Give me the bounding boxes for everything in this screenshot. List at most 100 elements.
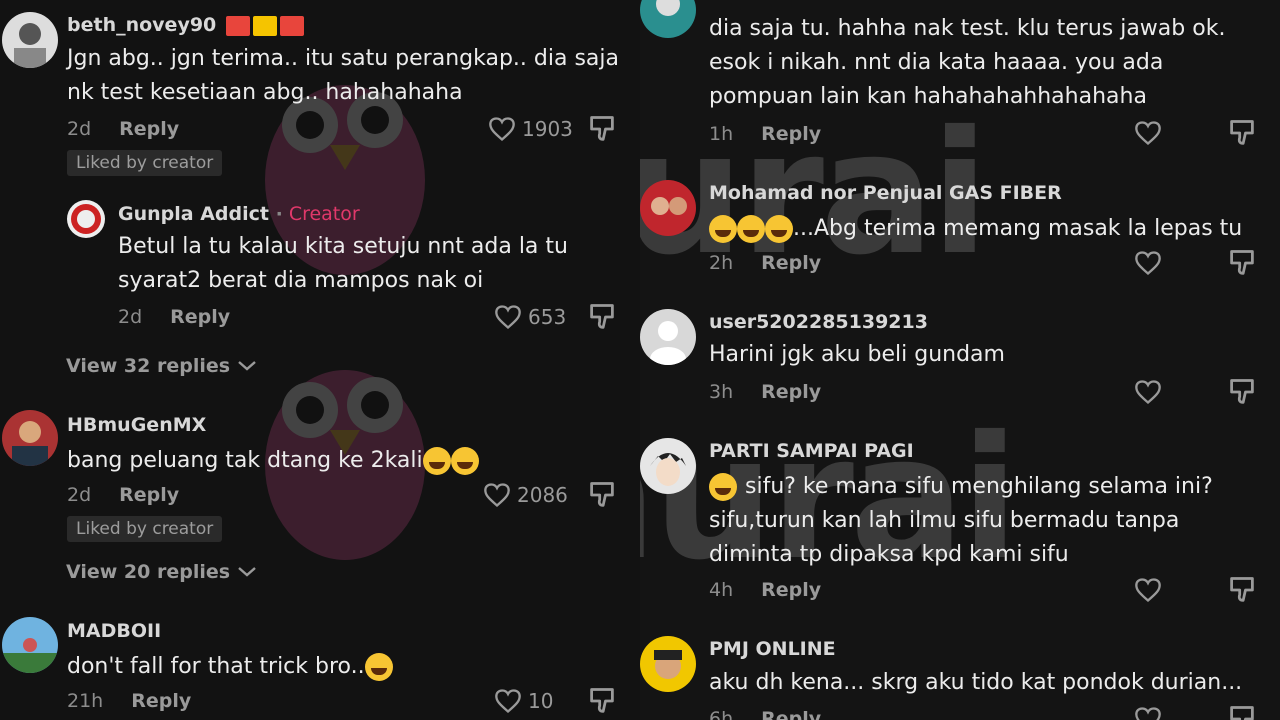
liked-by-creator-badge: Liked by creator [67, 150, 223, 176]
chevron-down-icon [238, 567, 256, 577]
separator-dot: · [275, 203, 283, 225]
comment-meta: 3h Reply [709, 381, 821, 403]
reply-button[interactable]: Reply [119, 118, 179, 140]
reply-button[interactable]: Reply [761, 381, 821, 403]
comment-meta: 4h Reply [709, 579, 821, 601]
heart-icon [495, 689, 521, 714]
reply-button[interactable]: Reply [761, 708, 821, 720]
comment-time: 2d [118, 306, 143, 328]
avatar[interactable] [640, 636, 696, 692]
like-count: 653 [528, 305, 567, 329]
comment-username[interactable]: user5202285139213 [709, 311, 928, 333]
comment-meta: 2d Reply [67, 118, 179, 140]
default-avatar-icon[interactable] [640, 309, 696, 365]
left-comment-panel: beth_novey90 Jgn abg.. jgn terima.. itu … [0, 0, 640, 720]
dislike-icon[interactable] [588, 114, 616, 144]
comment-text: aku dh kena... skrg aku tido kat pondok … [709, 670, 1243, 695]
avatar[interactable] [640, 180, 696, 236]
comment-text: dia saja tu. hahha nak test. klu terus j… [709, 16, 1226, 109]
comment-text-body: bang peluang tak dtang ke 2kali [67, 448, 423, 473]
comment-meta: 21h Reply [67, 690, 191, 712]
comment-username[interactable]: beth_novey90 [67, 14, 304, 36]
comment-time: 2d [67, 484, 92, 506]
comment-username[interactable]: PMJ ONLINE [709, 638, 836, 660]
heart-icon [489, 117, 515, 142]
like-button[interactable]: 653 [494, 304, 566, 330]
like-button[interactable]: 10 [494, 688, 553, 714]
red-square-icon [225, 15, 250, 36]
comment-time: 21h [67, 690, 104, 712]
comment-text: sifu? ke mana sifu menghilang selama ini… [709, 470, 1249, 572]
view-replies-button[interactable]: View 32 replies [66, 355, 258, 377]
dislike-icon[interactable] [1228, 575, 1256, 605]
comment-text: don't fall for that trick bro.. [67, 650, 627, 684]
laughing-emoji-icon [364, 653, 393, 681]
comment-username[interactable]: Gunpla Addict · Creator [118, 203, 360, 225]
liked-by-creator-badge: Liked by creator [67, 516, 223, 542]
avatar[interactable] [2, 12, 58, 68]
watermark-bird-icon [265, 85, 425, 560]
laughing-emoji-icon [422, 447, 451, 475]
like-count: 2086 [517, 483, 568, 507]
heart-icon[interactable] [1134, 379, 1162, 405]
comment-time: 2h [709, 252, 734, 274]
like-count: 1903 [522, 117, 573, 141]
comment-text-body: sifu? ke mana sifu menghilang selama ini… [709, 474, 1213, 567]
dislike-icon[interactable] [588, 302, 616, 332]
avatar[interactable] [67, 200, 105, 238]
view-replies-label: View 32 replies [66, 355, 231, 377]
sweat-smile-emoji-icon [709, 215, 737, 243]
like-button[interactable]: 1903 [488, 116, 573, 142]
avatar[interactable] [2, 410, 58, 466]
reply-button[interactable]: Reply [170, 306, 230, 328]
avatar[interactable] [2, 617, 58, 673]
comment-text: bang peluang tak dtang ke 2kali [67, 444, 627, 478]
view-replies-label: View 20 replies [66, 561, 231, 583]
laughing-emoji-icon [450, 447, 479, 475]
heart-icon [495, 305, 521, 330]
avatar[interactable] [640, 438, 696, 494]
dislike-icon[interactable] [1228, 377, 1256, 407]
comment-time: 1h [709, 123, 734, 145]
heart-icon[interactable] [1134, 706, 1162, 720]
reply-button[interactable]: Reply [119, 484, 179, 506]
username-text[interactable]: beth_novey90 [67, 14, 216, 36]
like-count: 10 [528, 689, 554, 713]
avatar[interactable] [640, 0, 696, 38]
comment-time: 3h [709, 381, 734, 403]
reply-button[interactable]: Reply [761, 123, 821, 145]
dislike-icon[interactable] [588, 686, 616, 716]
comment-username[interactable]: MADBOII [67, 620, 161, 642]
comment-username[interactable]: Mohamad nor Penjual GAS FIBER [709, 182, 1062, 204]
comment-time: 4h [709, 579, 734, 601]
view-replies-button[interactable]: View 20 replies [66, 561, 258, 583]
heart-icon[interactable] [1134, 120, 1162, 146]
dislike-icon[interactable] [1228, 704, 1256, 720]
comment-text: Betul la tu kalau kita setuju nnt ada la… [118, 234, 568, 293]
reply-button[interactable]: Reply [131, 690, 191, 712]
reply-button[interactable]: Reply [761, 252, 821, 274]
flushed-emoji-icon [709, 473, 737, 501]
dislike-icon[interactable] [588, 480, 616, 510]
comment-username[interactable]: PARTI SAMPAI PAGI [709, 440, 914, 462]
heart-icon[interactable] [1134, 577, 1162, 603]
like-button[interactable]: 2086 [483, 482, 568, 508]
laughing-emoji-icon [737, 215, 765, 243]
comment-text: ...Abg terima memang masak la lepas tu [709, 212, 1269, 246]
comment-username[interactable]: HBmuGenMX [67, 414, 206, 436]
chevron-down-icon [238, 361, 256, 371]
right-comment-panel: murai murai dia saja tu. hahha nak test.… [640, 0, 1280, 720]
laughing-emoji-icon [765, 215, 793, 243]
comment-text: Harini jgk aku beli gundam [709, 342, 1005, 367]
yellow-square-icon [252, 15, 277, 36]
comment-text-body: don't fall for that trick bro.. [67, 654, 365, 679]
comment-time: 6h [709, 708, 734, 720]
heart-icon [484, 483, 510, 508]
dislike-icon[interactable] [1228, 248, 1256, 278]
dislike-icon[interactable] [1228, 118, 1256, 148]
username-text[interactable]: Gunpla Addict [118, 203, 269, 225]
creator-label: Creator [288, 203, 360, 225]
comment-time: 2d [67, 118, 92, 140]
reply-button[interactable]: Reply [761, 579, 821, 601]
heart-icon[interactable] [1134, 250, 1162, 276]
